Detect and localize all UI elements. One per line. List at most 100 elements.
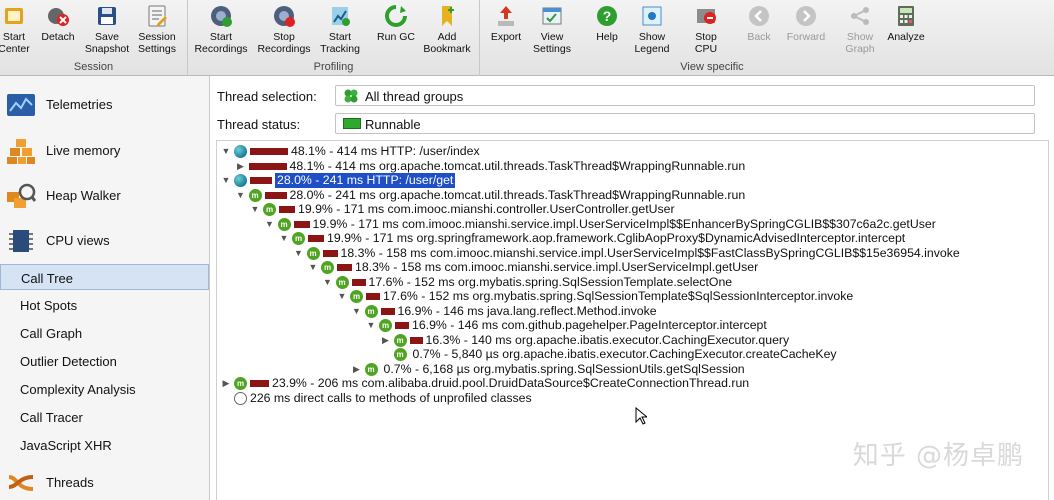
collapse-toggle-icon[interactable]: ▼	[352, 304, 362, 319]
tree-node[interactable]: ▼ m 19.9% - 171 ms com.imooc.mianshi.contr…	[217, 202, 1047, 217]
analyze-button[interactable]: Analyze	[875, 4, 937, 60]
tree-node[interactable]: ▼ 28.0% - 241 ms HTTP: /user/get	[217, 173, 1047, 188]
collapse-toggle-icon[interactable]: ▼	[294, 246, 304, 261]
tree-node[interactable]: ▼ m 18.3% - 158 ms com.imooc.mianshi.servi…	[217, 246, 1047, 261]
sidebar-item-heap-walker[interactable]: Heap Walker	[0, 174, 209, 218]
stop-recordings-icon	[274, 6, 295, 27]
method-icon: m	[234, 377, 247, 390]
tree-node[interactable]: m 0.7% - 5,840 µs org.apache.ibatis.execu…	[217, 347, 1047, 362]
collapse-toggle-icon[interactable]: ▼	[221, 144, 231, 159]
legend-icon	[642, 6, 662, 26]
http-request-icon	[234, 145, 247, 158]
start-recordings-button[interactable]: Start Recordings	[190, 4, 252, 60]
sidebar-item-outlier-detection[interactable]: Outlier Detection	[0, 348, 209, 374]
collapse-toggle-icon[interactable]: ▼	[366, 318, 376, 333]
toolbar: Session Profiling View specific Start Ce…	[0, 0, 1054, 76]
tree-node-label: 19.9% - 171 ms org.springframework.aop.f…	[327, 231, 906, 245]
time-bar	[409, 336, 423, 344]
sidebar-item-telemetries[interactable]: Telemetries	[0, 83, 209, 127]
sidebar-item-javascript-xhr[interactable]: JavaScript XHR	[0, 432, 209, 458]
help-icon: ?	[597, 6, 617, 26]
watermark: 知乎 @杨卓鹏	[852, 441, 1024, 471]
sidebar-item-call-tracer[interactable]: Call Tracer	[0, 404, 209, 430]
tree-node[interactable]: 226 ms direct calls to methods of unprof…	[217, 391, 1047, 406]
sidebar-item-call-tree[interactable]: Call Tree	[0, 264, 209, 290]
save-icon	[98, 7, 116, 25]
method-icon: m	[393, 348, 407, 361]
tree-node[interactable]: ▼ m 17.6% - 152 ms org.mybatis.spring.SqlS…	[217, 289, 1047, 304]
live-memory-icon	[7, 139, 35, 164]
thread-selection-label: Thread selection:	[217, 89, 317, 104]
collapse-toggle-icon[interactable]: ▼	[308, 260, 318, 275]
collapse-toggle-icon[interactable]: ▼	[323, 275, 333, 290]
expand-toggle-icon[interactable]: ▶	[221, 376, 231, 391]
tree-node[interactable]: ▶ m 0.7% - 6,168 µs org.mybatis.spring.Sql…	[217, 362, 1047, 377]
thread-status-label: Thread status:	[217, 117, 301, 132]
tree-node[interactable]: ▼ m 19.9% - 171 ms com.imooc.mianshi.servi…	[217, 217, 1047, 232]
bookmark-icon	[442, 6, 454, 26]
tree-node-label: 28.0% - 241 ms org.apache.tomcat.util.th…	[289, 187, 746, 202]
start-center-icon	[5, 8, 23, 24]
tree-node-label: 17.6% - 152 ms org.mybatis.spring.SqlSes…	[383, 289, 854, 303]
tree-node[interactable]: ▼ m 17.6% - 152 ms org.mybatis.spring.SqlS…	[217, 275, 1047, 290]
method-icon: m	[364, 362, 378, 376]
mouse-cursor-icon	[635, 407, 647, 425]
session-group-label: Session	[73, 61, 114, 73]
tree-node-label: 16.3% - 140 ms org.apache.ibatis.executo…	[425, 332, 790, 347]
tree-node[interactable]: ▼ 48.1% - 414 ms HTTP: /user/index	[217, 144, 1047, 159]
time-bar	[366, 293, 380, 300]
tree-node[interactable]: ▼ m 16.9% - 146 ms java.lang.reflect.Metho…	[217, 304, 1047, 319]
sidebar-item-threads[interactable]: Threads	[0, 461, 209, 500]
start-tracking-button[interactable]: Start Tracking	[309, 4, 371, 60]
time-bar	[250, 177, 272, 184]
collapse-toggle-icon[interactable]: ▼	[221, 173, 231, 188]
tree-node-label: 18.3% - 158 ms com.imooc.mianshi.service…	[355, 260, 759, 274]
collapse-toggle-icon[interactable]: ▼	[250, 202, 260, 217]
tree-node[interactable]: ▼ m 18.3% - 158 ms com.imooc.mianshi.servi…	[217, 260, 1047, 275]
export-icon	[498, 6, 514, 26]
time-bar	[351, 278, 366, 286]
sidebar-item-call-graph[interactable]: Call Graph	[0, 320, 209, 346]
tree-node-label: 17.6% - 152 ms org.mybatis.spring.SqlSes…	[368, 274, 733, 289]
tree-node[interactable]: ▼ m 16.9% - 146 ms com.github.pagehelper.P…	[217, 318, 1047, 333]
threads-icon	[8, 475, 34, 491]
time-bar	[248, 162, 287, 170]
thread-selection-value: All thread groups	[365, 89, 464, 104]
svg-text:?: ?	[603, 8, 612, 24]
sidebar-item-hot-spots[interactable]: Hot Spots	[0, 292, 209, 318]
collapse-toggle-icon[interactable]: ▼	[236, 188, 246, 203]
show-legend-button[interactable]: Show Legend	[621, 4, 683, 60]
tree-node[interactable]: ▶ m 23.9% - 206 ms com.alibaba.druid.pool.…	[217, 376, 1047, 391]
forward-button[interactable]: Forward	[775, 4, 837, 60]
expand-toggle-icon[interactable]: ▶	[381, 333, 391, 348]
add-bookmark-button[interactable]: Add Bookmark	[416, 4, 478, 60]
session-settings-button[interactable]: Session Settings	[126, 4, 188, 60]
run-gc-icon	[385, 5, 407, 27]
time-bar	[279, 206, 295, 213]
cpu-views-icon	[9, 230, 33, 252]
tree-node[interactable]: ▼ m 19.9% - 171 ms org.springframework.aop…	[217, 231, 1047, 246]
stop-cpu-icon	[697, 9, 716, 24]
thread-selection-dropdown[interactable]: All thread groups	[335, 85, 1035, 106]
tree-node[interactable]: ▶ m 16.3% - 140 ms org.apache.ibatis.execu…	[217, 333, 1047, 348]
stop-recordings-button[interactable]: Stop Recordings	[253, 4, 315, 60]
sidebar: Telemetries Live memory Heap Walker CPU …	[0, 76, 210, 500]
sidebar-item-complexity-analysis[interactable]: Complexity Analysis	[0, 376, 209, 402]
collapse-toggle-icon[interactable]: ▼	[337, 289, 347, 304]
method-icon: m	[379, 319, 392, 332]
sidebar-item-live-memory[interactable]: Live memory	[0, 129, 209, 173]
method-icon: m	[335, 275, 349, 289]
tree-node-label: 28.0% - 241 ms HTTP: /user/get	[275, 173, 456, 188]
tree-node[interactable]: ▶ 48.1% - 414 ms org.apache.tomcat.util.t…	[217, 159, 1047, 174]
detach-icon	[48, 8, 69, 26]
expand-toggle-icon[interactable]: ▶	[236, 159, 246, 174]
sidebar-item-cpu-views[interactable]: CPU views	[0, 219, 209, 263]
time-bar	[322, 249, 338, 257]
tree-node-label: 48.1% - 414 ms HTTP: /user/index	[291, 144, 480, 158]
tree-node[interactable]: ▼ m 28.0% - 241 ms org.apache.tomcat.util.…	[217, 188, 1047, 203]
thread-status-dropdown[interactable]: Runnable	[335, 113, 1035, 134]
collapse-toggle-icon[interactable]: ▼	[279, 231, 289, 246]
collapse-toggle-icon[interactable]: ▼	[265, 217, 275, 232]
view-settings-button[interactable]: View Settings	[521, 4, 583, 60]
expand-toggle-icon[interactable]: ▶	[352, 362, 362, 377]
